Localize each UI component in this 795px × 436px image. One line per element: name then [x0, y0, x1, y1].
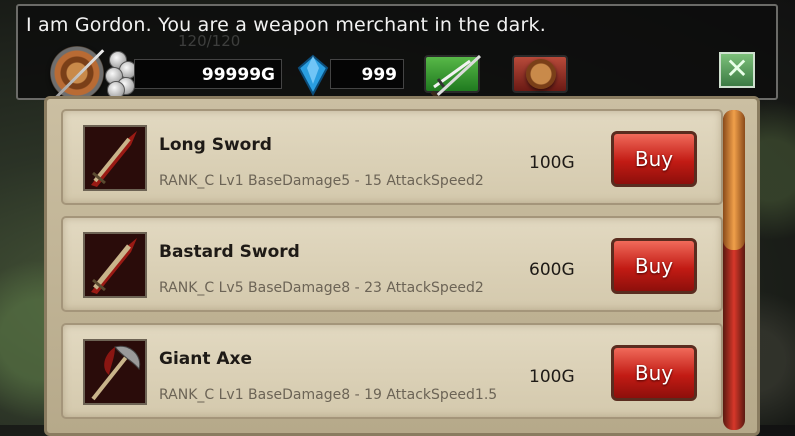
item-price: 600G [529, 260, 575, 280]
shield-tab-button[interactable] [512, 55, 568, 93]
axe-icon [83, 339, 147, 405]
item-name: Giant Axe [159, 349, 253, 369]
shield-tab-icon [526, 59, 556, 89]
item-description: RANK_C Lv1 BaseDamage8 - 19 AttackSpeed1… [159, 387, 498, 403]
close-button[interactable]: ✕ [719, 52, 755, 88]
sword-icon [83, 125, 147, 191]
item-price: 100G [529, 367, 575, 387]
item-price: 100G [529, 153, 575, 173]
shield-sword-icon [50, 46, 105, 101]
item-name: Bastard Sword [159, 242, 300, 262]
hp-readout: 120/120 [178, 32, 241, 50]
item-description: RANK_C Lv1 BaseDamage5 - 15 AttackSpeed2 [159, 173, 484, 189]
gold-counter: 99999G [134, 59, 282, 89]
item-description: RANK_C Lv5 BaseDamage8 - 23 AttackSpeed2 [159, 280, 484, 296]
shop-item-giant-axe: Giant Axe RANK_C Lv1 BaseDamage8 - 19 At… [61, 323, 723, 419]
close-icon: ✕ [725, 52, 749, 85]
sword-icon [83, 232, 147, 298]
shop-item-long-sword: Long Sword RANK_C Lv1 BaseDamage5 - 15 A… [61, 109, 723, 205]
buy-button[interactable]: Buy [611, 345, 697, 401]
shop-panel: Long Sword RANK_C Lv1 BaseDamage5 - 15 A… [44, 96, 760, 436]
buy-button[interactable]: Buy [611, 131, 697, 187]
item-name: Long Sword [159, 135, 272, 155]
scrollbar-thumb[interactable] [723, 110, 745, 250]
shop-item-bastard-sword: Bastard Sword RANK_C Lv5 BaseDamage8 - 2… [61, 216, 723, 312]
blue-gem-icon [297, 54, 329, 96]
gem-counter: 999 [330, 59, 404, 89]
dialog-text: I am Gordon. You are a weapon merchant i… [26, 14, 546, 36]
buy-button[interactable]: Buy [611, 238, 697, 294]
